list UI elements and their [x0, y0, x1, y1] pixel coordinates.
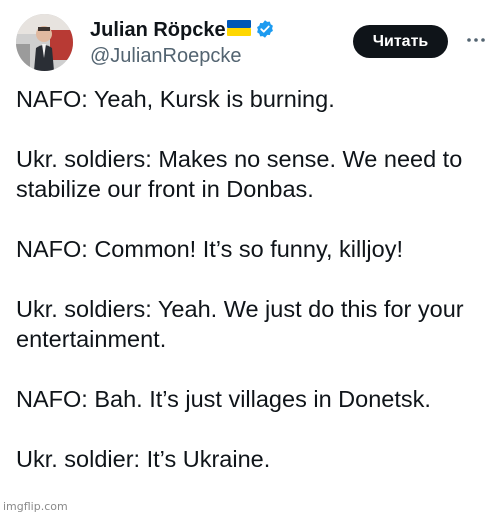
watermark: imgflip.com — [3, 500, 68, 513]
avatar[interactable] — [16, 14, 73, 71]
author-handle[interactable]: @JulianRoepcke — [90, 45, 275, 68]
tweet-text: NAFO: Yeah, Kursk is burning. Ukr. soldi… — [16, 84, 486, 504]
ukraine-flag-icon — [226, 20, 251, 36]
tweet-header: Julian Röpcke @JulianRoepcke Читать — [16, 14, 485, 72]
tweet-paragraph: NAFO: Common! It’s so funny, killjoy! — [16, 236, 403, 262]
more-horizontal-icon[interactable] — [464, 28, 488, 52]
tweet-paragraph: Ukr. soldier: It’s Ukraine. — [16, 446, 271, 472]
tweet-paragraph: Ukr. soldiers: Yeah. We just do this for… — [16, 296, 464, 352]
verified-badge-icon[interactable] — [255, 19, 275, 39]
subscribe-button[interactable]: Читать — [353, 25, 448, 58]
tweet-card: Julian Röpcke @JulianRoepcke Читать NAFO… — [0, 0, 500, 514]
display-name-row: Julian Röpcke — [90, 18, 275, 42]
avatar-image — [16, 14, 73, 71]
tweet-paragraph: Ukr. soldiers: Makes no sense. We need t… — [16, 146, 463, 202]
tweet-paragraph: NAFO: Yeah, Kursk is burning. — [16, 86, 335, 112]
author-info: Julian Röpcke @JulianRoepcke — [90, 18, 275, 68]
display-name[interactable]: Julian Röpcke — [90, 19, 226, 42]
tweet-paragraph: NAFO: Bah. It’s just villages in Donetsk… — [16, 386, 431, 412]
